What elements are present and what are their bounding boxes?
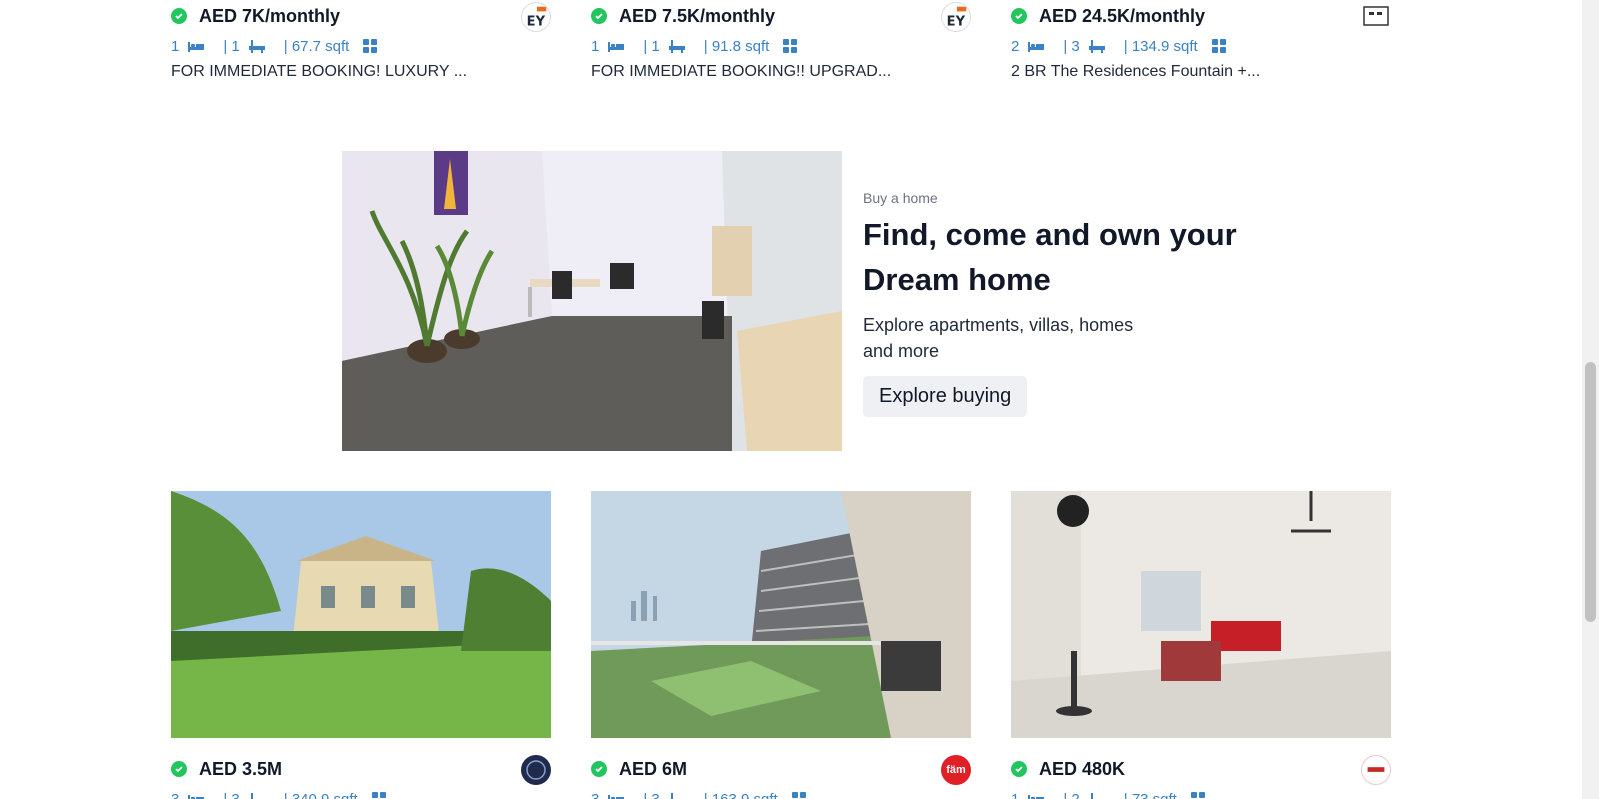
- beds-count: 3: [171, 790, 180, 799]
- area-value: | 134.9 sqft: [1123, 37, 1198, 55]
- beds-count: 1: [591, 37, 600, 55]
- beds-count: 1: [1011, 790, 1020, 799]
- scrollbar-thumb[interactable]: [1585, 362, 1596, 622]
- listing-card[interactable]: AED 24.5K/monthly 2 | 3 | 134.9 sqft 2 B…: [1011, 2, 1391, 81]
- beds-count: 3: [591, 790, 600, 799]
- listing-price: AED 7K/monthly: [199, 5, 341, 26]
- baths-count: | 1: [643, 37, 660, 55]
- baths-count: | 3: [223, 790, 240, 799]
- listing-price: AED 480K: [1039, 758, 1126, 779]
- listing-title[interactable]: 2 BR The Residences Fountain +...: [1011, 63, 1391, 81]
- svg-text:EY: EY: [947, 14, 966, 29]
- agency-logo[interactable]: fäm: [941, 755, 971, 785]
- area-value: | 340.9 sqft: [283, 790, 358, 799]
- floorplan-icon[interactable]: [1211, 39, 1226, 53]
- area-value: | 91.8 sqft: [703, 37, 770, 55]
- bathtub-icon: [1090, 793, 1093, 799]
- bathtub-icon: [668, 40, 685, 53]
- listing-card[interactable]: AED 6M fäm 3 | 3 | 163.9 sqft: [591, 755, 971, 799]
- promo-title: Find, come and own your Dream home: [863, 217, 1237, 297]
- listing-title[interactable]: FOR IMMEDIATE BOOKING! LUXURY ...: [171, 63, 551, 81]
- baths-count: | 2: [1063, 790, 1080, 799]
- verified-icon: [171, 761, 187, 777]
- agency-logo[interactable]: [1361, 755, 1391, 785]
- listing-specs: 1 | 2 | 73 sqft: [1011, 788, 1391, 799]
- floorplan-icon[interactable]: [783, 39, 798, 53]
- listing-card[interactable]: AED 7.5K/monthly EY 1 | 1 | 91.8 sqft FO…: [591, 2, 971, 81]
- listing-price: AED 7.5K/monthly: [619, 5, 776, 26]
- baths-count: | 3: [643, 790, 660, 799]
- floorplan-icon[interactable]: [371, 792, 386, 799]
- listing-photo-villa[interactable]: [171, 491, 551, 738]
- floorplan-icon[interactable]: [363, 39, 378, 53]
- beds-count: 1: [171, 37, 180, 55]
- agency-logo[interactable]: [1361, 2, 1391, 32]
- bathtub-icon: [1088, 40, 1105, 53]
- agency-logo[interactable]: EY: [521, 2, 551, 32]
- bed-icon: [188, 42, 205, 52]
- bed-icon: [608, 795, 625, 799]
- listing-specs: 3 | 3 | 340.9 sqft: [171, 788, 551, 799]
- svg-text:EY: EY: [527, 14, 546, 29]
- baths-count: | 3: [1063, 37, 1080, 55]
- floorplan-icon[interactable]: [1190, 792, 1205, 799]
- beds-count: 2: [1011, 37, 1020, 55]
- listing-specs: 1 | 1 | 67.7 sqft: [171, 35, 551, 57]
- explore-buying-button[interactable]: Explore buying: [863, 376, 1028, 417]
- promo-kicker: Buy a home: [863, 190, 938, 206]
- area-value: | 67.7 sqft: [283, 37, 350, 55]
- listing-card[interactable]: AED 480K 1 | 2 | 73 sqft: [1011, 755, 1391, 799]
- page-scrollbar[interactable]: [1582, 0, 1599, 799]
- listing-title[interactable]: FOR IMMEDIATE BOOKING!! UPGRAD...: [591, 63, 971, 81]
- verified-icon: [591, 761, 607, 777]
- listing-price: AED 3.5M: [199, 758, 283, 779]
- listing-card[interactable]: AED 3.5M 3 | 3 | 340.9 sqft: [171, 755, 551, 799]
- verified-icon: [1011, 8, 1027, 24]
- bathtub-icon: [248, 40, 265, 53]
- bed-icon: [1028, 42, 1045, 52]
- area-value: | 73 sqft: [1123, 790, 1177, 799]
- listing-specs: 2 | 3 | 134.9 sqft: [1011, 35, 1391, 57]
- promo-section: Buy a home Find, come and own your Dream…: [863, 190, 1283, 417]
- listing-card[interactable]: AED 7K/monthly EY 1 | 1 | 67.7 sqft FOR …: [171, 2, 551, 81]
- bed-icon: [188, 795, 205, 799]
- bed-icon: [608, 42, 625, 52]
- listing-price: AED 24.5K/monthly: [1039, 5, 1206, 26]
- promo-office-image: [342, 151, 842, 451]
- listing-specs: 1 | 1 | 91.8 sqft: [591, 35, 971, 57]
- verified-icon: [1011, 761, 1027, 777]
- floorplan-icon[interactable]: [791, 792, 806, 799]
- baths-count: | 1: [223, 37, 240, 55]
- listing-price: AED 6M: [619, 758, 688, 779]
- listing-photo-living-room[interactable]: [1011, 491, 1391, 738]
- listing-photo-balcony[interactable]: [591, 491, 971, 738]
- agency-logo[interactable]: EY: [941, 2, 971, 32]
- verified-icon: [591, 8, 607, 24]
- listing-specs: 3 | 3 | 163.9 sqft: [591, 788, 971, 799]
- bathtub-icon: [250, 793, 253, 799]
- bed-icon: [1028, 795, 1045, 799]
- verified-icon: [171, 8, 187, 24]
- area-value: | 163.9 sqft: [703, 790, 778, 799]
- bathtub-icon: [670, 793, 673, 799]
- promo-description: Explore apartments, villas, homes and mo…: [863, 315, 1134, 361]
- agency-logo[interactable]: [521, 755, 551, 785]
